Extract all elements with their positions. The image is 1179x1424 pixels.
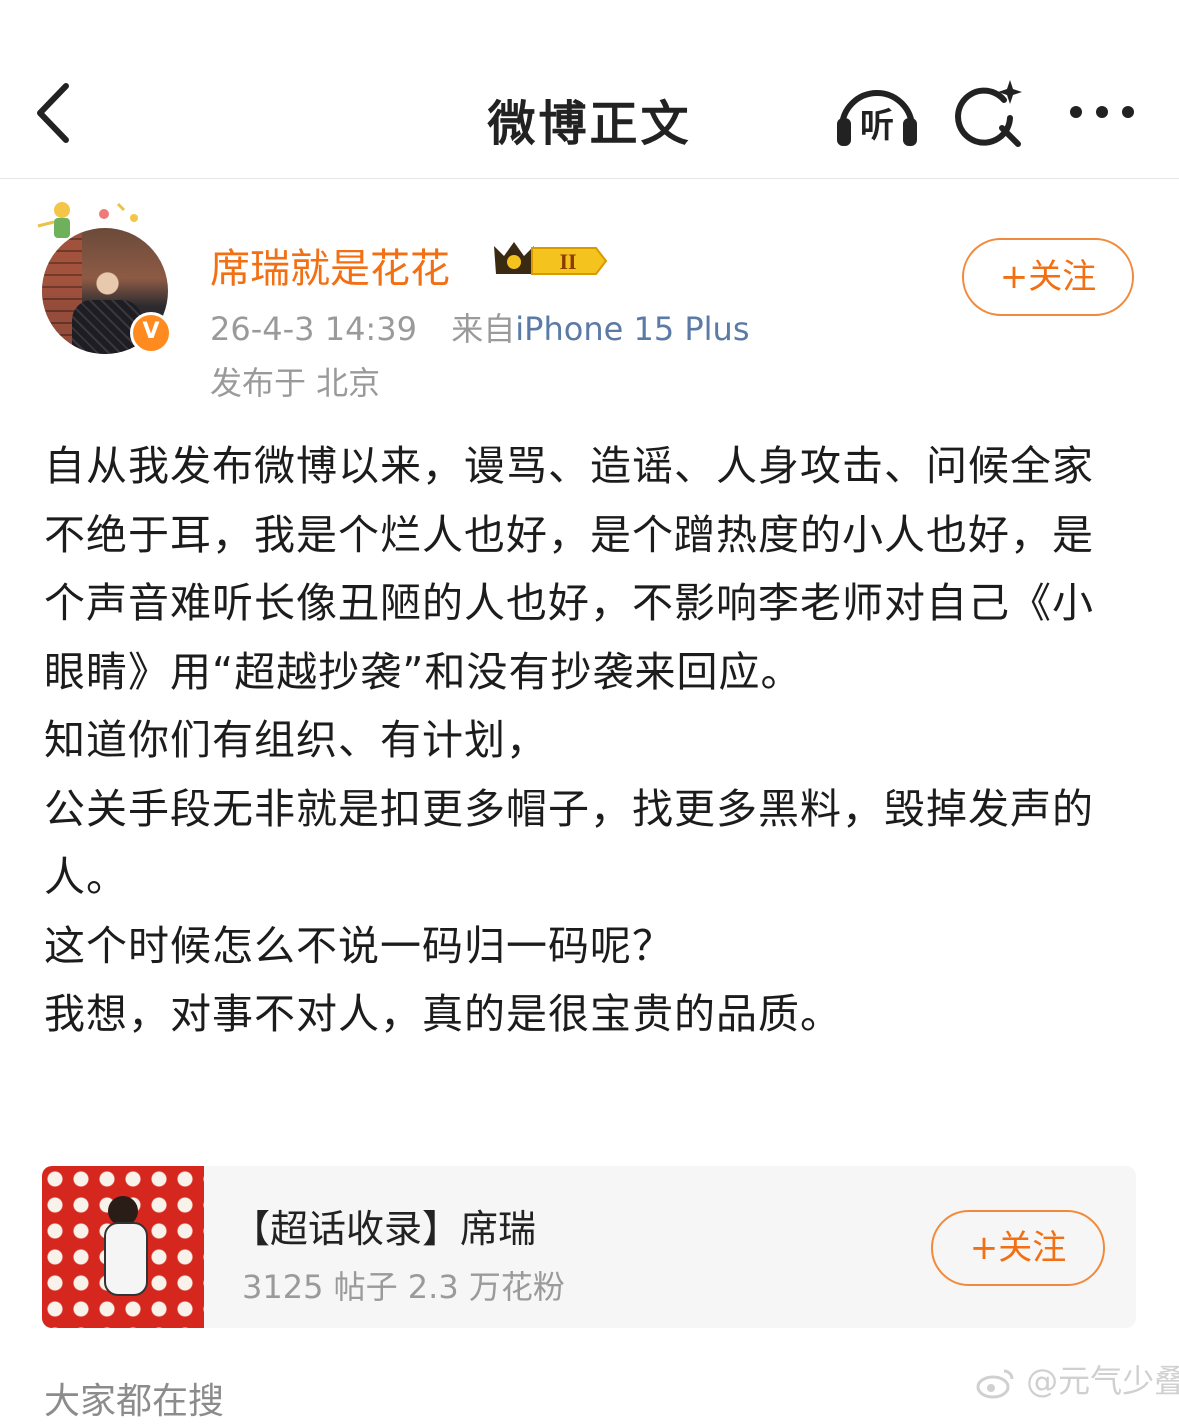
follow-button[interactable]: +关注 [962,238,1134,316]
source-prefix: 来自 [451,310,516,348]
post-location: 发布于 北京 [210,364,381,402]
source-device[interactable]: iPhone 15 Plus [515,310,749,348]
post-paragraph: 知道你们有组织、有计划， [44,716,548,764]
more-button[interactable] [1066,92,1138,132]
ai-search-icon [955,80,1022,147]
super-topic-follow-button[interactable]: +关注 [931,1210,1105,1286]
super-topic-card[interactable]: 【超话收录】席瑞 3125 帖子 2.3 万花粉 +关注 [42,1166,1136,1328]
super-topic-title: 【超话收录】席瑞 [232,1207,537,1251]
listen-button[interactable]: 听 [834,78,920,148]
post-timestamp: 26-4-3 14:39 [210,310,417,348]
watermark-text: @元气少叠 [1026,1362,1179,1400]
member-crown-badge-icon[interactable]: II [492,238,608,280]
post-paragraph: 这个时候怎么不说一码归一码呢？ [44,921,674,970]
post-paragraph: 公关手段无非就是扣更多帽子，找更多黑料，毁掉发声的人。 [44,784,1094,902]
post-paragraph: 自从我发布微博以来，谩骂、造谣、人身攻击、问候全家不绝于耳，我是个烂人也好，是个… [44,442,1094,696]
super-topic-stats: 3125 帖子 2.3 万花粉 [242,1268,565,1306]
weibo-logo-icon [976,1369,1014,1399]
author-name[interactable]: 席瑞就是花花 [210,236,450,294]
post-paragraph: 我想，对事不对人，真的是很宝贵的品质。 [44,990,842,1038]
watermark: @元气少叠 [976,1356,1179,1402]
member-level: II [559,249,576,274]
post-content: 自从我发布微博以来，谩骂、造谣、人身攻击、问候全家不绝于耳，我是个烂人也好，是个… [44,432,1114,1049]
super-topic-thumbnail [42,1166,204,1328]
post-meta: 26-4-3 14:39 来自iPhone 15 Plus [210,304,750,350]
author-avatar[interactable]: V [34,196,176,356]
verified-badge: V [130,312,172,354]
more-icon [1070,106,1134,118]
top-nav-bar: 微博正文 听 [0,0,1179,179]
ai-search-button[interactable] [954,78,1026,150]
trending-search-heading: 大家都在搜 [44,1381,225,1422]
listen-label: 听 [860,106,894,146]
